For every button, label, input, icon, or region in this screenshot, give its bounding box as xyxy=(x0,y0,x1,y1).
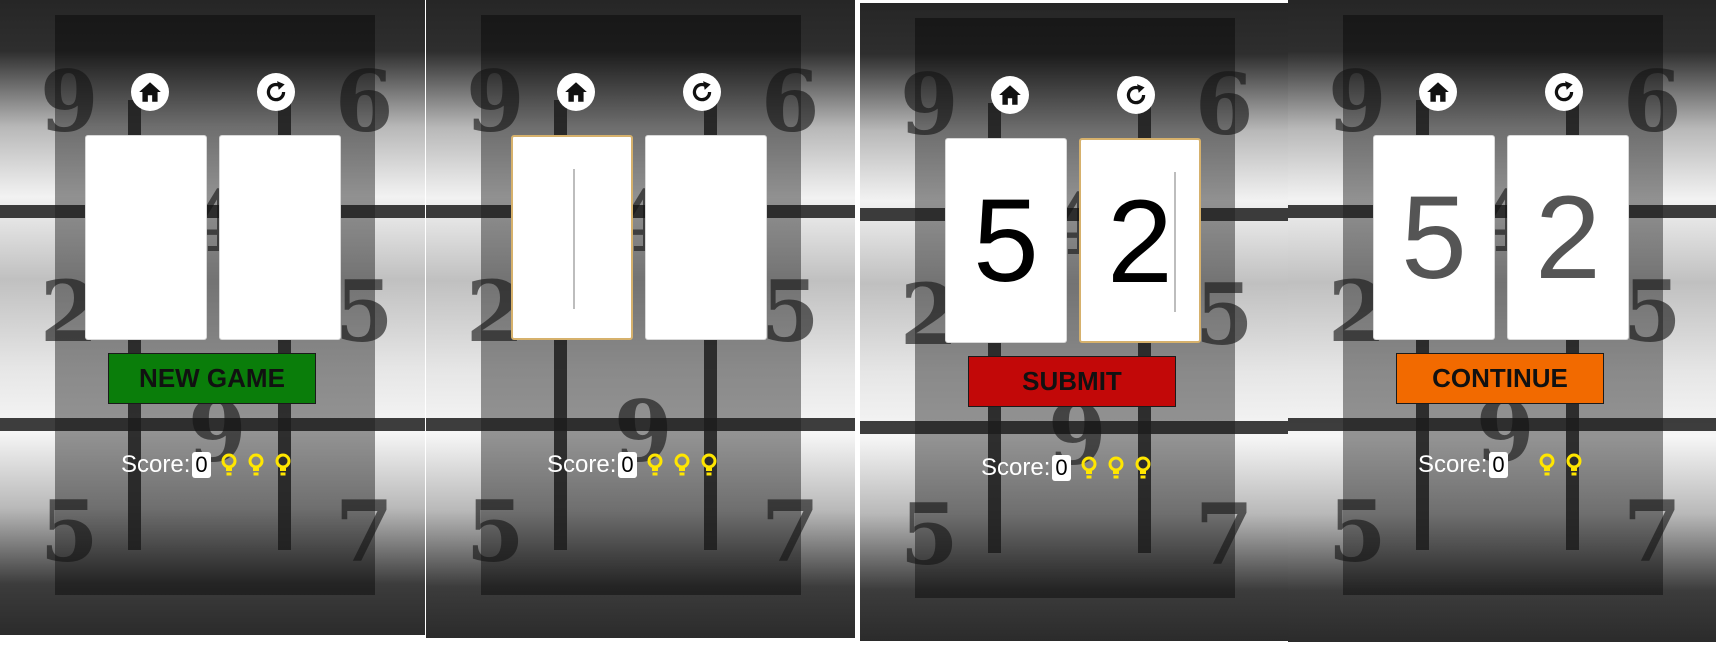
score-row: Score: 0 xyxy=(547,450,718,480)
score-row: Score: 0 xyxy=(981,453,1152,483)
bg-digit: 7 xyxy=(335,482,394,581)
restart-icon xyxy=(1126,84,1146,105)
digit-input-2[interactable] xyxy=(645,135,767,340)
home-icon xyxy=(139,82,161,102)
score-value: 0 xyxy=(1052,455,1071,481)
bg-digit: 5 xyxy=(335,262,394,361)
digit-input-2[interactable]: 2 xyxy=(1079,138,1201,343)
bg-digit: 5 xyxy=(1328,482,1387,581)
home-button[interactable] xyxy=(991,76,1029,114)
hint-bulb-icon[interactable] xyxy=(646,452,664,478)
text-caret xyxy=(1174,172,1176,312)
bg-digit: 7 xyxy=(1623,482,1682,581)
bg-digit: 9 xyxy=(466,52,525,151)
restart-button[interactable] xyxy=(683,73,721,111)
digit-input-1[interactable] xyxy=(85,135,207,340)
score-label: Score: xyxy=(1418,451,1488,478)
bg-digit: 5 xyxy=(1195,265,1254,364)
hint-bulb-icon[interactable] xyxy=(1134,455,1152,481)
score-value: 0 xyxy=(1489,452,1508,478)
continue-button[interactable]: CONTINUE xyxy=(1396,353,1604,404)
score-value: 0 xyxy=(192,452,211,478)
hint-bulb-icon[interactable] xyxy=(1107,455,1125,481)
game-panel-4: 9 6 4 2 5 9 5 7 5 2 CONTINUE Score: 0 xyxy=(1288,0,1716,642)
bg-digit: 9 xyxy=(1328,52,1387,151)
score-label: Score: xyxy=(981,454,1051,481)
restart-icon xyxy=(1554,81,1574,102)
restart-icon xyxy=(266,81,286,102)
restart-button[interactable] xyxy=(1117,76,1155,114)
bg-digit: 5 xyxy=(1623,262,1682,361)
score-row: Score: 0 xyxy=(1418,450,1583,480)
game-panel-2: 9 6 4 2 5 9 5 7 Score: 0 xyxy=(426,0,855,638)
home-icon xyxy=(565,82,587,102)
text-caret xyxy=(573,169,575,309)
submit-button[interactable]: SUBMIT xyxy=(968,356,1176,407)
digit-input-1[interactable]: 5 xyxy=(945,138,1067,343)
hint-bulb-icon[interactable] xyxy=(700,452,718,478)
bg-digit: 6 xyxy=(1195,55,1254,154)
new-game-button[interactable]: NEW GAME xyxy=(108,353,316,404)
bg-digit: 9 xyxy=(40,52,99,151)
hint-bulb-icon[interactable] xyxy=(247,452,265,478)
bg-digit: 7 xyxy=(1195,485,1254,584)
hint-bulb-icon[interactable] xyxy=(1080,455,1098,481)
bg-digit: 6 xyxy=(761,52,820,151)
game-panel-3: 9 6 4 2 5 9 5 7 5 2 SUBMIT Score: 0 xyxy=(860,3,1288,641)
hint-bulb-icon[interactable] xyxy=(220,452,238,478)
home-button[interactable] xyxy=(131,73,169,111)
bg-digit: 5 xyxy=(900,485,959,584)
digit-input-value: 2 xyxy=(1107,176,1173,308)
bg-digit: 5 xyxy=(40,482,99,581)
bg-digit: 6 xyxy=(1623,52,1682,151)
restart-button[interactable] xyxy=(257,73,295,111)
bg-digit: 9 xyxy=(900,55,959,154)
digit-input-2[interactable]: 2 xyxy=(1507,135,1629,340)
home-icon xyxy=(1427,82,1449,102)
score-label: Score: xyxy=(547,451,617,478)
score-row: Score: 0 xyxy=(121,450,292,480)
bg-digit: 6 xyxy=(335,52,394,151)
home-button[interactable] xyxy=(1419,73,1457,111)
score-value: 0 xyxy=(618,452,637,478)
digit-input-1[interactable]: 5 xyxy=(1373,135,1495,340)
bg-digit: 5 xyxy=(466,482,525,581)
restart-button[interactable] xyxy=(1545,73,1583,111)
bg-digit: 5 xyxy=(761,262,820,361)
score-label: Score: xyxy=(121,451,191,478)
restart-icon xyxy=(692,81,712,102)
digit-input-2[interactable] xyxy=(219,135,341,340)
home-icon xyxy=(999,85,1021,105)
hint-bulb-icon[interactable] xyxy=(1565,452,1583,478)
digit-input-1[interactable] xyxy=(511,135,633,340)
bg-digit: 7 xyxy=(761,482,820,581)
hint-bulb-icon[interactable] xyxy=(274,452,292,478)
hint-bulb-icon[interactable] xyxy=(673,452,691,478)
hint-bulb-icon[interactable] xyxy=(1538,452,1556,478)
home-button[interactable] xyxy=(557,73,595,111)
game-panel-1: 9 6 4 2 5 9 5 7 NEW GAME Score: 0 xyxy=(0,0,425,635)
